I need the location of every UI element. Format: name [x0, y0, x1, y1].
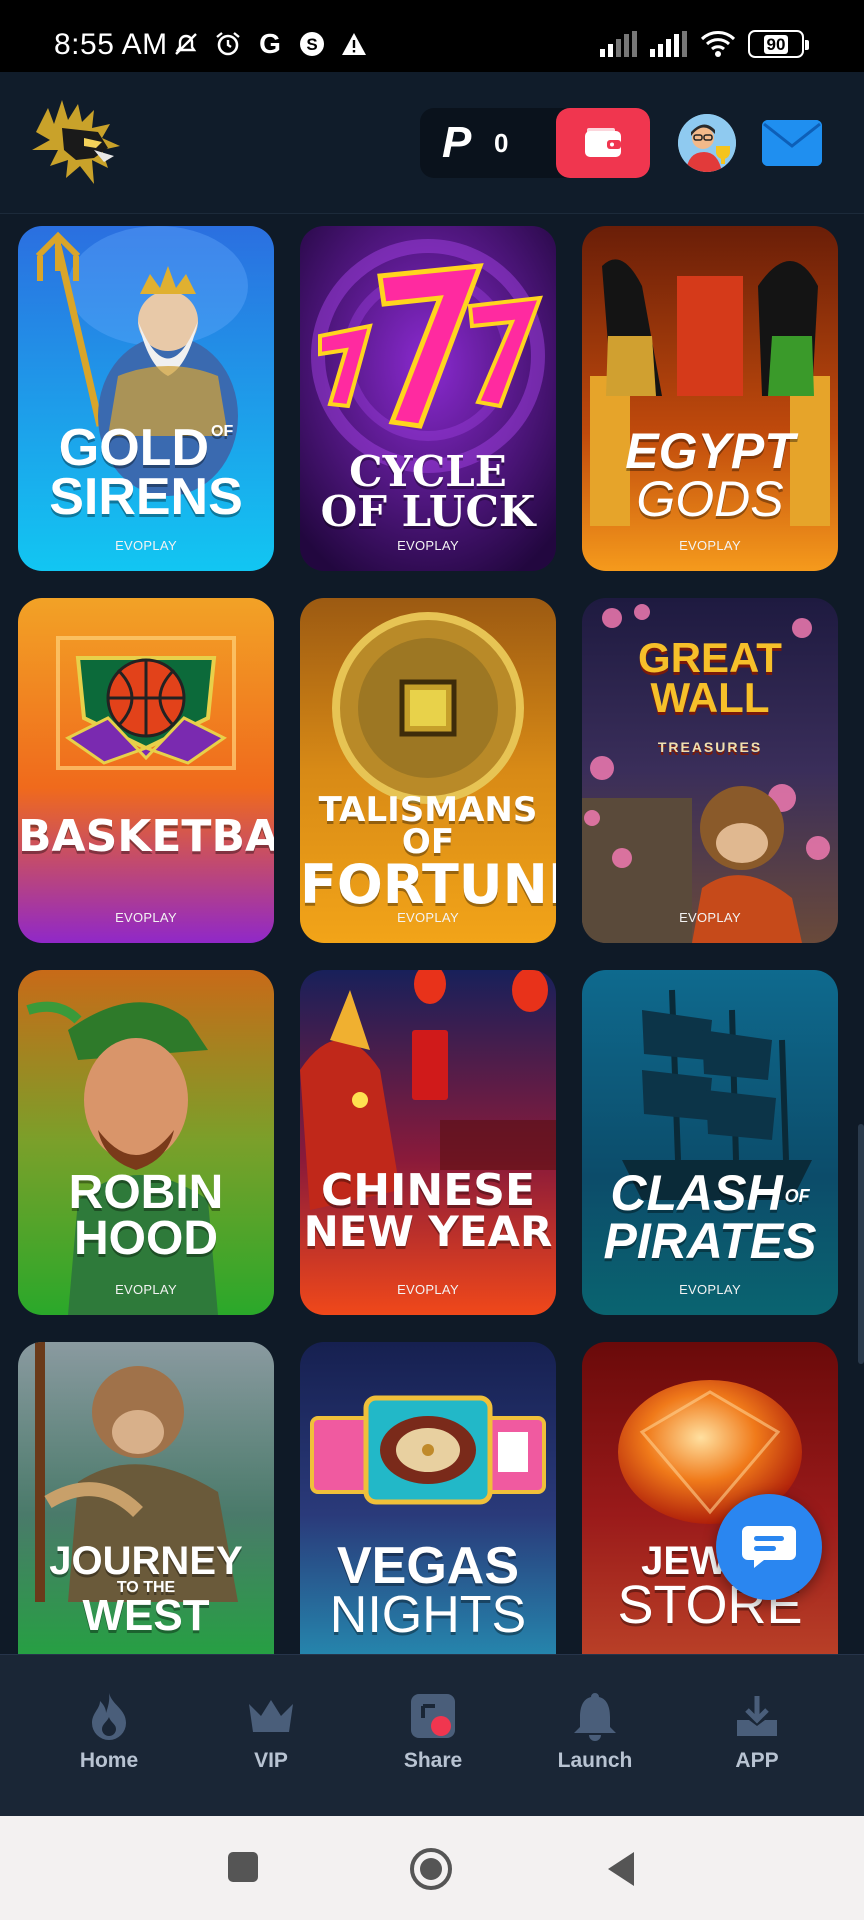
game-card[interactable]: GREAT WALL TREASURES EVOPLAY	[582, 598, 838, 943]
game-card[interactable]: CLASH OF PIRATES EVOPLAY	[582, 970, 838, 1315]
crown-icon	[246, 1691, 296, 1741]
chat-icon	[742, 1526, 796, 1568]
game-provider: EVOPLAY	[115, 1282, 177, 1297]
game-artwork	[18, 598, 274, 943]
game-title: VEGAS NIGHTS	[329, 1537, 527, 1645]
status-icons-right: 90	[600, 30, 809, 58]
nav-app[interactable]: APP	[697, 1691, 817, 1773]
game-provider: EVOPLAY	[397, 910, 459, 925]
status-time: 8:55 AM	[54, 28, 168, 61]
nav-label: Share	[403, 1749, 463, 1772]
home-button[interactable]	[408, 1846, 454, 1897]
game-card[interactable]: TALISMANS OF FORTUNE EVOPLAY	[300, 598, 556, 943]
nav-launch[interactable]: Launch	[535, 1691, 655, 1773]
battery-level: 90	[763, 34, 789, 54]
google-icon: G	[259, 28, 281, 59]
circle-icon	[410, 1848, 452, 1890]
square-icon	[228, 1852, 258, 1882]
game-card[interactable]: CHINESE NEW YEAR EVOPLAY	[300, 970, 556, 1315]
app-header: P 0	[0, 72, 864, 214]
signal-icon	[650, 31, 687, 57]
share-icon	[408, 1691, 458, 1741]
game-title: GREAT WALL TREASURES	[638, 634, 782, 755]
mute-alarm-icon	[172, 30, 200, 58]
bottom-nav: Home VIP Share Launch APP	[0, 1654, 864, 1816]
bell-icon	[570, 1691, 620, 1741]
game-card[interactable]: EGYPT GODS EVOPLAY	[582, 226, 838, 571]
wallet-icon	[585, 128, 621, 157]
shazam-icon: S	[298, 30, 326, 58]
nav-label: Home	[79, 1749, 139, 1772]
game-artwork	[300, 970, 556, 1315]
game-title: EGYPT GODS	[625, 423, 795, 527]
game-provider: EVOPLAY	[679, 1282, 741, 1297]
nav-label: Launch	[557, 1749, 633, 1772]
wifi-icon	[700, 31, 736, 57]
game-card[interactable]: GOLD OF SIRENS EVOPLAY	[18, 226, 274, 571]
game-title: ROBIN HOOD	[68, 1166, 224, 1265]
game-provider: EVOPLAY	[397, 1282, 459, 1297]
signal-icon	[600, 31, 637, 57]
warning-icon	[340, 30, 368, 58]
nav-label: VIP	[254, 1749, 288, 1772]
mail-button[interactable]	[762, 120, 822, 166]
logo-icon[interactable]	[28, 98, 124, 190]
game-provider: EVOPLAY	[679, 538, 741, 553]
balance-value: 0	[494, 128, 509, 158]
flame-icon	[84, 1691, 134, 1741]
avatar[interactable]	[678, 114, 736, 172]
chat-button[interactable]	[716, 1494, 822, 1600]
game-card[interactable]: ROBIN HOOD EVOPLAY	[18, 970, 274, 1315]
game-title: CHINESE NEW YEAR	[303, 1165, 553, 1256]
game-provider: EVOPLAY	[115, 538, 177, 553]
game-card[interactable]: BASKETBALL EVOPLAY	[18, 598, 274, 943]
nav-home[interactable]: Home	[49, 1691, 169, 1773]
svg-text:S: S	[306, 35, 317, 54]
scrollbar[interactable]	[858, 1124, 864, 1364]
currency-symbol: P	[442, 118, 472, 167]
game-card[interactable]: JEWEL STORE	[582, 1342, 838, 1654]
game-card[interactable]: VEGAS NIGHTS	[300, 1342, 556, 1654]
game-title: JOURNEY TO THE WEST	[49, 1539, 243, 1641]
back-button[interactable]	[604, 1850, 638, 1893]
nav-vip[interactable]: VIP	[211, 1691, 331, 1773]
system-nav-bar	[0, 1816, 864, 1920]
game-grid: GOLD OF SIRENS EVOPLAY CYCLE OF LUCK EVOP…	[0, 214, 864, 1654]
download-icon	[732, 1691, 782, 1741]
game-title: TALISMANS OF FORTUNE	[300, 790, 556, 916]
game-card[interactable]: CYCLE OF LUCK EVOPLAY	[300, 226, 556, 571]
game-provider: EVOPLAY	[397, 538, 459, 553]
battery-icon: 90	[748, 30, 809, 58]
recents-button[interactable]	[226, 1850, 260, 1889]
status-bar: 8:55 AM G S 90	[0, 0, 864, 72]
nav-label: APP	[735, 1749, 779, 1772]
game-card[interactable]: JOURNEY TO THE WEST	[18, 1342, 274, 1654]
nav-share[interactable]: Share	[373, 1691, 493, 1773]
alarm-icon	[214, 30, 242, 58]
back-triangle-icon	[608, 1852, 634, 1886]
game-title: CYCLE OF LUCK	[320, 447, 536, 536]
game-title: BASKETBALL	[18, 811, 274, 862]
mail-icon	[762, 120, 822, 166]
game-provider: EVOPLAY	[679, 910, 741, 925]
game-title: CLASH OF PIRATES	[603, 1165, 817, 1269]
wallet-button[interactable]	[556, 108, 650, 178]
game-title: GOLD OF SIRENS	[49, 419, 243, 527]
status-icons-left: G S	[172, 28, 368, 59]
game-provider: EVOPLAY	[115, 910, 177, 925]
